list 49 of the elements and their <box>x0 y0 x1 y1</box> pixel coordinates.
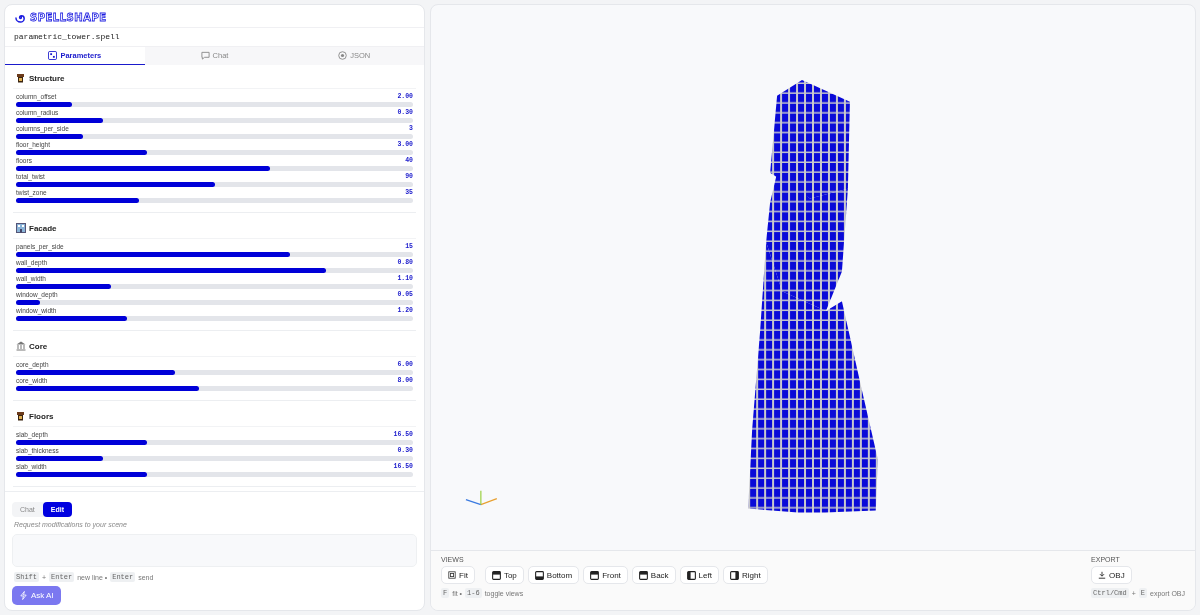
bank-icon <box>16 341 26 351</box>
view-button[interactable]: Back <box>631 566 676 584</box>
view-button[interactable]: Bottom <box>527 566 580 584</box>
section-title: Floors <box>29 411 54 421</box>
view-cube-icon <box>491 570 501 580</box>
slider[interactable] <box>16 386 413 391</box>
construction-icon <box>16 411 26 421</box>
slider[interactable] <box>16 300 413 305</box>
view-button[interactable]: Top <box>484 566 524 584</box>
view-button[interactable]: Front <box>583 566 628 584</box>
building-icon <box>16 223 26 233</box>
view-button[interactable]: Right <box>722 566 768 584</box>
slider[interactable] <box>16 284 413 289</box>
axes-gizmo-icon <box>465 490 498 506</box>
section-title: Core <box>29 341 48 351</box>
slider[interactable] <box>16 316 413 321</box>
slider[interactable] <box>16 198 413 203</box>
construction-icon <box>16 73 26 83</box>
spiral-icon <box>15 12 26 23</box>
view-cube-icon <box>638 570 648 580</box>
slider[interactable] <box>16 456 413 461</box>
slider[interactable] <box>16 118 413 123</box>
view-cube-icon <box>686 570 696 580</box>
view-button[interactable]: Fit <box>441 566 475 584</box>
slider[interactable] <box>16 150 413 155</box>
slider[interactable] <box>16 102 413 107</box>
fit-icon <box>448 571 456 579</box>
section-title: Facade <box>29 223 57 233</box>
download-icon <box>1098 571 1107 579</box>
slider[interactable] <box>16 268 413 273</box>
view-cube-icon <box>729 570 739 580</box>
grid-icon <box>48 51 58 60</box>
ask-ai-button[interactable]: Ask AI <box>12 586 61 605</box>
slider[interactable] <box>16 182 413 187</box>
app-logo: SPELLSHAPE <box>30 12 107 23</box>
slider[interactable] <box>16 370 413 375</box>
view-button[interactable]: Left <box>679 566 719 584</box>
sparkle-icon <box>19 591 28 600</box>
export-button[interactable]: OBJ <box>1091 566 1132 584</box>
slider[interactable] <box>16 440 413 445</box>
chat-bubble-icon <box>200 51 210 60</box>
view-cube-icon <box>590 570 600 580</box>
slider[interactable] <box>16 472 413 477</box>
slider[interactable] <box>16 252 413 257</box>
slider[interactable] <box>16 134 413 139</box>
settings-icon <box>338 51 348 60</box>
view-cube-icon <box>534 570 544 580</box>
slider[interactable] <box>16 166 413 171</box>
section-title: Structure <box>29 73 65 83</box>
